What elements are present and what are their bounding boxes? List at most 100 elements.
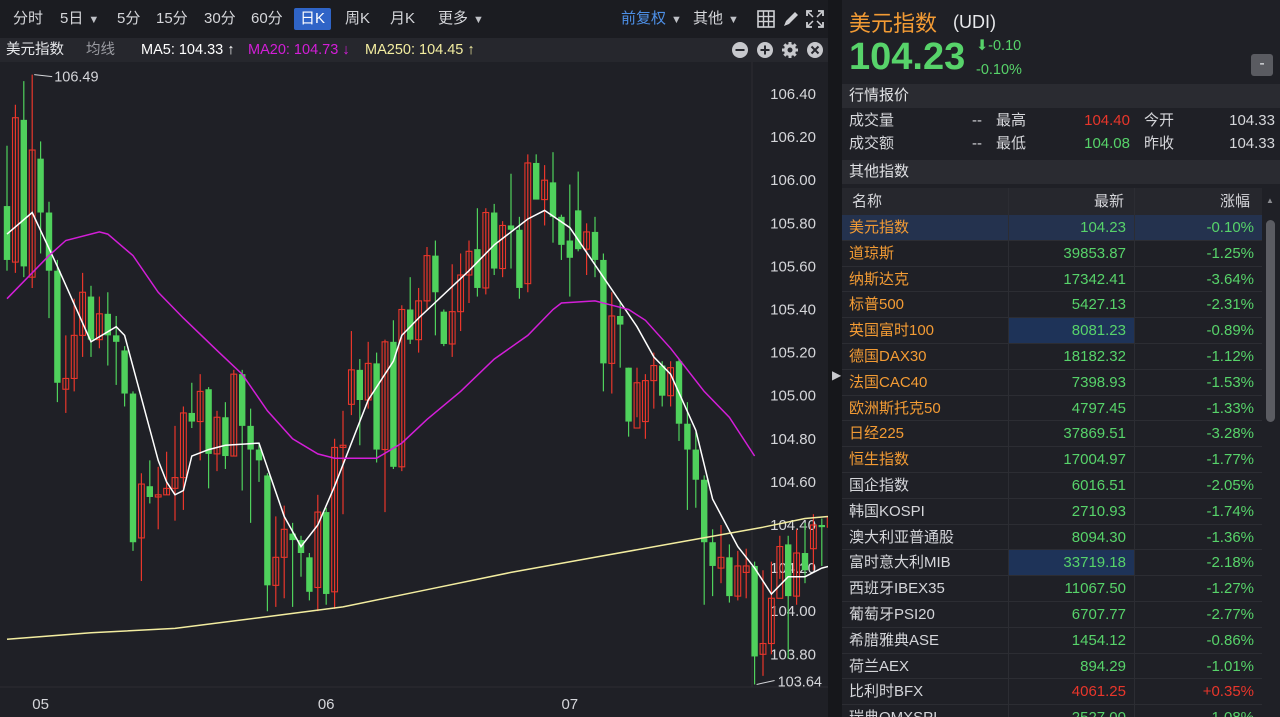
candle-body <box>37 158 44 213</box>
prev-close-label: 昨收 <box>1144 135 1175 152</box>
quote-header: 美元指数 (UDI) 104.23 ⬇-0.10 -0.10% - <box>842 0 1280 84</box>
adjust-dropdown[interactable]: 前复权 ▼ <box>621 8 682 30</box>
index-last: 33719.18 <box>1063 554 1126 572</box>
table-row[interactable]: 美元指数 104.23 -0.10% <box>842 215 1262 241</box>
table-row[interactable]: 法国CAC40 7398.93 -1.53% <box>842 370 1262 396</box>
y-tick-label: 104.00 <box>770 603 816 620</box>
scroll-up-icon[interactable]: ▲ <box>1266 196 1275 205</box>
index-last: 8081.23 <box>1071 322 1126 340</box>
tab-weekly-k[interactable]: 周K <box>345 8 370 30</box>
tab-daily-k[interactable]: 日K <box>294 8 332 30</box>
table-row[interactable]: 比利时BFX 4061.25 +0.35% <box>842 679 1262 706</box>
index-name: 美元指数 <box>849 219 910 236</box>
candle-body <box>726 557 733 597</box>
table-row[interactable]: 西班牙IBEX35 11067.50 -1.27% <box>842 576 1262 602</box>
table-row[interactable]: 英国富时100 8081.23 -0.89% <box>842 318 1262 344</box>
indicator-legend: 美元指数 均线 MA5: 104.33 ↑ MA20: 104.73 ↓ MA2… <box>0 38 828 62</box>
index-pct: -2.05% <box>1206 477 1254 494</box>
candle-body <box>625 367 632 422</box>
col-last[interactable]: 最新 <box>1094 188 1124 215</box>
table-row[interactable]: 纳斯达克 17342.41 -3.64% <box>842 267 1262 293</box>
last-cell: 6707.77 <box>1009 602 1134 627</box>
panel-splitter[interactable] <box>828 0 842 717</box>
legend-ma5: MA5: 104.33 ↑ <box>141 42 235 58</box>
volume-label: 成交量 <box>849 112 895 129</box>
index-pct: -3.28% <box>1206 425 1254 443</box>
y-tick-label: 103.80 <box>770 646 816 663</box>
table-row[interactable]: 日经225 37869.51 -3.28% <box>842 421 1262 448</box>
last-cell: 4797.45 <box>1009 396 1134 421</box>
index-pct: -0.89% <box>1206 322 1254 340</box>
tab-5min[interactable]: 5分 <box>117 8 140 30</box>
table-row[interactable]: 葡萄牙PSI20 6707.77 -2.77% <box>842 602 1262 628</box>
index-name: 恒生指数 <box>849 451 910 469</box>
chart-canvas[interactable]: 106.40 106.20 106.00 105.80 105.60 105.40 105.… <box>0 62 828 717</box>
volume-value: -- <box>972 112 982 129</box>
quote-panel: 美元指数 (UDI) 104.23 ⬇-0.10 -0.10% - 行情报价 成… <box>842 0 1280 717</box>
candle-body <box>751 565 758 657</box>
fullscreen-icon[interactable] <box>805 9 825 29</box>
index-name: 西班牙IBEX35 <box>849 580 945 598</box>
prev-close-value: 104.33 <box>1229 135 1275 152</box>
open-value: 104.33 <box>1229 112 1275 129</box>
col-name[interactable]: 名称 <box>852 188 882 215</box>
col-pct[interactable]: 涨幅 <box>1220 188 1250 215</box>
zoom-out-icon[interactable] <box>731 41 749 59</box>
last-cell: 104.23 <box>1009 215 1134 240</box>
candle-body <box>264 475 271 586</box>
tab-5day[interactable]: 5日 ▼ <box>60 8 99 30</box>
candlestick-chart[interactable]: 106.40 106.20 106.00 105.80 105.60 105.40 105.… <box>0 62 828 717</box>
draw-pen-icon[interactable] <box>781 9 801 29</box>
period-toolbar: 分时 5日 ▼ 5分 15分 30分 60分 日K 周K 月K 更多 ▼ 前复权 ▼ … <box>0 0 828 38</box>
high-value: 104.40 <box>1084 112 1130 129</box>
tab-30min[interactable]: 30分 <box>204 8 236 30</box>
table-row[interactable]: 瑞典OMXSPI 2527.00 -1.08% <box>842 705 1262 717</box>
market-stats: 成交量 -- 最高 104.40 今开 104.33 成交额 -- 最低 104… <box>842 108 1280 158</box>
table-row[interactable]: 澳大利亚普通股 8094.30 -1.36% <box>842 525 1262 551</box>
table-row[interactable]: 道琼斯 39853.87 -1.25% <box>842 241 1262 267</box>
table-row[interactable]: 国企指数 6016.51 -2.05% <box>842 473 1262 499</box>
index-name: 英国富时100 <box>849 322 935 340</box>
tab-15min[interactable]: 15分 <box>156 8 188 30</box>
gear-icon[interactable] <box>781 41 799 59</box>
chevron-down-icon: ▼ <box>473 14 484 26</box>
table-row[interactable]: 德国DAX30 18182.32 -1.12% <box>842 344 1262 370</box>
tab-more[interactable]: 更多 ▼ <box>438 8 484 30</box>
candle-body <box>617 315 624 325</box>
table-row[interactable]: 荷兰AEX 894.29 -1.01% <box>842 654 1262 680</box>
table-row[interactable]: 欧洲斯托克50 4797.45 -1.33% <box>842 396 1262 422</box>
tab-60min[interactable]: 60分 <box>251 8 283 30</box>
candle-body <box>566 240 573 258</box>
scrollbar-thumb[interactable] <box>1266 220 1275 422</box>
legend-ma20: MA20: 104.73 ↓ <box>248 42 350 58</box>
legend-ma-label[interactable]: 均线 <box>86 40 115 60</box>
index-pct: -3.64% <box>1206 270 1254 288</box>
zoom-in-icon[interactable] <box>756 41 774 59</box>
table-row[interactable]: 希腊雅典ASE 1454.12 -0.86% <box>842 628 1262 654</box>
candle-body <box>121 350 128 394</box>
index-last: 4061.25 <box>1071 683 1126 701</box>
other-dropdown[interactable]: 其他 ▼ <box>693 8 739 30</box>
y-tick-label: 105.80 <box>770 215 816 232</box>
expand-arrow-icon[interactable]: ▶ <box>832 368 841 382</box>
table-row[interactable]: 韩国KOSPI 2710.93 -1.74% <box>842 499 1262 525</box>
market-quote-header: 行情报价 <box>842 84 1280 108</box>
table-row[interactable]: 标普500 5427.13 -2.31% <box>842 292 1262 319</box>
table-row[interactable]: 恒生指数 17004.97 -1.77% <box>842 447 1262 473</box>
candle-body <box>113 335 120 342</box>
tab-intraday[interactable]: 分时 <box>13 8 43 30</box>
last-cell: 2710.93 <box>1009 499 1134 524</box>
min-price-label: 103.64 <box>778 674 822 690</box>
table-row[interactable]: 富时意大利MIB 33719.18 -2.18% <box>842 550 1262 577</box>
grid-layout-icon[interactable] <box>756 9 776 29</box>
candle-body <box>205 389 212 454</box>
y-tick-label: 105.60 <box>770 258 816 275</box>
index-pct: -1.08% <box>1134 705 1254 717</box>
close-icon[interactable] <box>806 41 824 59</box>
chevron-down-icon: ▼ <box>728 14 739 26</box>
tab-monthly-k[interactable]: 月K <box>390 8 415 30</box>
collapse-button[interactable]: - <box>1251 54 1273 76</box>
candle-body <box>818 525 825 528</box>
legend-ma250: MA250: 104.45 ↑ <box>365 42 475 58</box>
y-tick-label: 104.80 <box>770 431 816 448</box>
